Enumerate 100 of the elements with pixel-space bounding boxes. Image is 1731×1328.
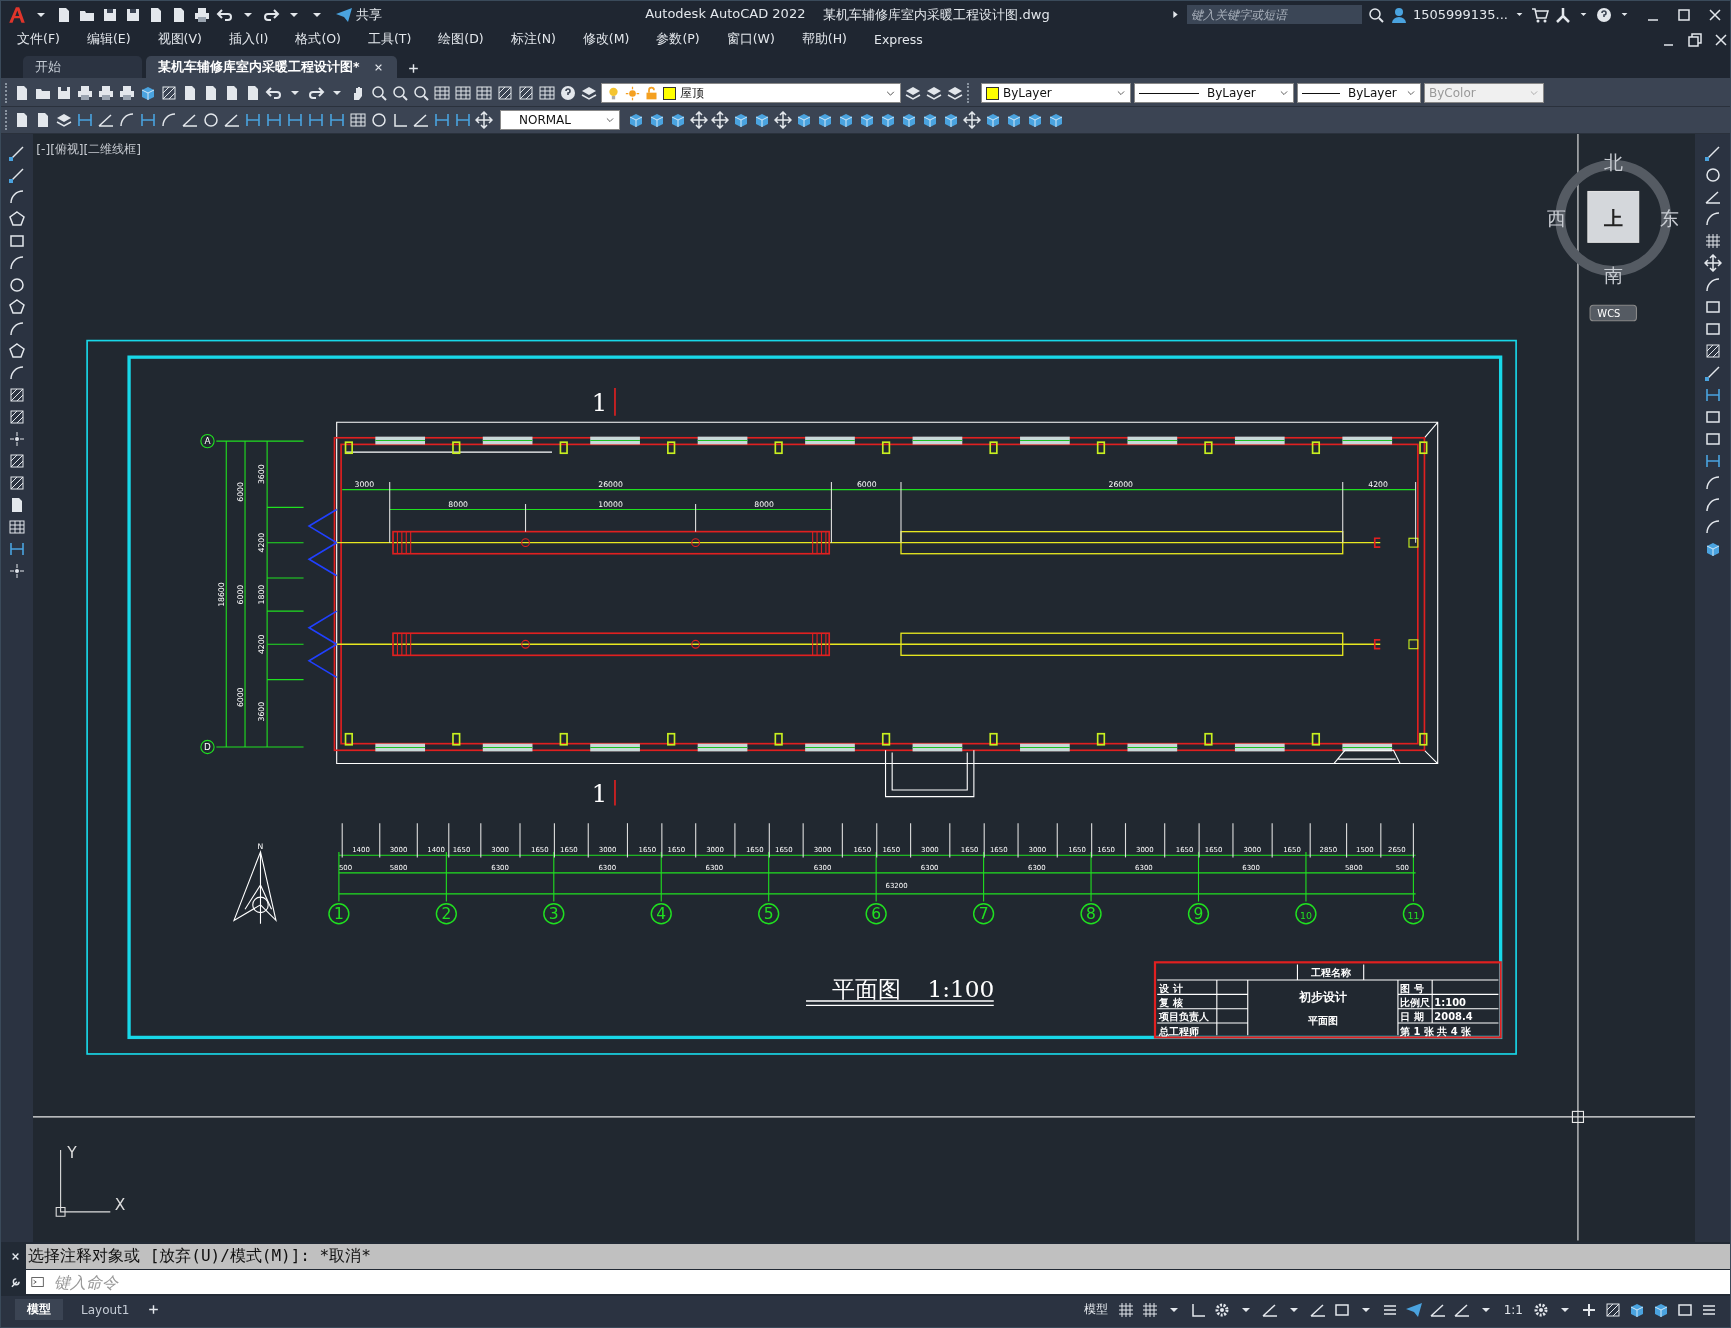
layers-icon[interactable] [946,84,964,102]
menu-item[interactable]: 标注(N) [502,31,566,48]
arc-icon[interactable] [8,320,26,338]
restore-icon[interactable] [1686,30,1704,49]
layers-icon[interactable] [55,111,73,129]
move-icon[interactable] [711,111,729,129]
arc-icon[interactable] [118,111,136,129]
cube-icon[interactable] [984,111,1002,129]
logo-icon[interactable] [7,4,27,25]
rectangle-icon[interactable] [1703,430,1722,448]
move-icon[interactable] [963,111,981,129]
point-icon[interactable] [8,562,26,580]
zoom-icon[interactable] [370,84,388,102]
cube-icon[interactable] [921,111,939,129]
circle-icon[interactable] [8,276,26,294]
corner-icon[interactable] [391,111,409,129]
cube-icon[interactable] [1047,111,1065,129]
ucs-menu[interactable] [1589,304,1638,322]
annotation-scale-button[interactable]: 1:1 [1500,1302,1526,1317]
add-icon[interactable] [147,1303,161,1316]
viewport-label[interactable]: [-][俯视][二维线框] [36,141,142,156]
grid-icon[interactable] [1140,1300,1159,1319]
command-field[interactable]: 键入命令 [50,1270,1730,1294]
arc-icon[interactable] [160,111,178,129]
arc-icon[interactable] [1703,210,1722,228]
cube-icon[interactable] [669,111,687,129]
model-space-button[interactable]: 模型 [1080,1301,1111,1318]
hatch-icon[interactable] [8,408,26,426]
arc-icon[interactable] [8,188,26,206]
menu-item[interactable]: Express [866,32,933,47]
compass-label[interactable]: 南 [1603,265,1623,287]
user-name[interactable]: 1505999135... [1412,7,1508,22]
prompt-icon[interactable] [26,1270,50,1294]
cube-icon[interactable] [942,111,960,129]
circle-icon[interactable] [370,111,388,129]
menu-item[interactable]: 参数(P) [648,31,710,48]
menu-item[interactable]: 格式(O) [287,31,351,48]
cube-icon[interactable] [795,111,813,129]
angle-icon[interactable] [97,111,115,129]
angle-icon[interactable] [1703,188,1722,206]
printer-icon[interactable] [76,84,94,102]
arc-icon[interactable] [1703,496,1722,514]
file-tab[interactable]: 开始 [23,56,142,78]
hatch-icon[interactable] [8,474,26,492]
rectangle-icon[interactable] [8,232,26,250]
hatch-icon[interactable] [160,84,178,102]
polygon-icon[interactable] [8,342,26,360]
cube-icon[interactable] [732,111,750,129]
linetype-dropdown[interactable]: ByLayer [1134,83,1294,103]
send-icon[interactable] [1404,1300,1423,1319]
redo-icon[interactable] [307,84,325,102]
zoom-icon[interactable] [412,84,430,102]
grid-icon[interactable] [1703,232,1722,250]
cube-icon[interactable] [139,84,157,102]
polygon-icon[interactable] [8,210,26,228]
menu-item[interactable]: 工具(T) [359,31,422,48]
hatch-icon[interactable] [1703,342,1722,360]
menu-item[interactable]: 窗口(W) [718,31,785,48]
close-icon[interactable] [9,1250,22,1263]
circle-icon[interactable] [1703,166,1722,184]
dimension-icon[interactable] [328,111,346,129]
arc-icon[interactable] [8,364,26,382]
grid-icon[interactable] [1116,1300,1135,1319]
table-icon[interactable] [433,84,451,102]
cube-icon[interactable] [837,111,855,129]
table-icon[interactable] [8,518,26,536]
undo-icon[interactable] [265,84,283,102]
circle-icon[interactable] [202,111,220,129]
menu-item[interactable]: 文件(F) [9,31,70,48]
color-dropdown[interactable]: ByLayer [981,83,1131,103]
menu-item[interactable]: 绘图(D) [430,31,494,48]
line-icon[interactable] [1703,144,1722,162]
wrench-icon[interactable] [9,1275,22,1289]
cube-icon[interactable] [648,111,666,129]
help-icon[interactable] [559,84,577,102]
cube-icon[interactable] [753,111,771,129]
rectangle-icon[interactable] [1703,298,1722,316]
arc-icon[interactable] [8,254,26,272]
zoom-icon[interactable] [391,84,409,102]
printer-icon[interactable] [118,84,136,102]
dimension-icon[interactable] [265,111,283,129]
menu-item[interactable]: 视图(V) [149,31,212,48]
dimension-icon[interactable] [1703,386,1722,404]
viewcube-label[interactable]: 上 [1603,207,1623,229]
angle-icon[interactable] [181,111,199,129]
line-icon[interactable] [8,144,26,162]
user-icon[interactable] [1389,5,1408,24]
dimension-icon[interactable] [307,111,325,129]
share-button[interactable]: 共享 [331,5,386,24]
add-icon[interactable] [406,62,420,75]
search-field[interactable]: 键入关键字或短语 [1186,5,1362,24]
cube-icon[interactable] [627,111,645,129]
hatch-icon[interactable] [8,386,26,404]
rectangle-icon[interactable] [1703,408,1722,426]
compass-label[interactable]: 东 [1660,207,1680,229]
layer-dropdown[interactable]: 屋顶 [601,83,901,103]
line-icon[interactable] [8,166,26,184]
layers-icon[interactable] [925,84,943,102]
hatch-icon[interactable] [496,84,514,102]
angle-icon[interactable] [412,111,430,129]
